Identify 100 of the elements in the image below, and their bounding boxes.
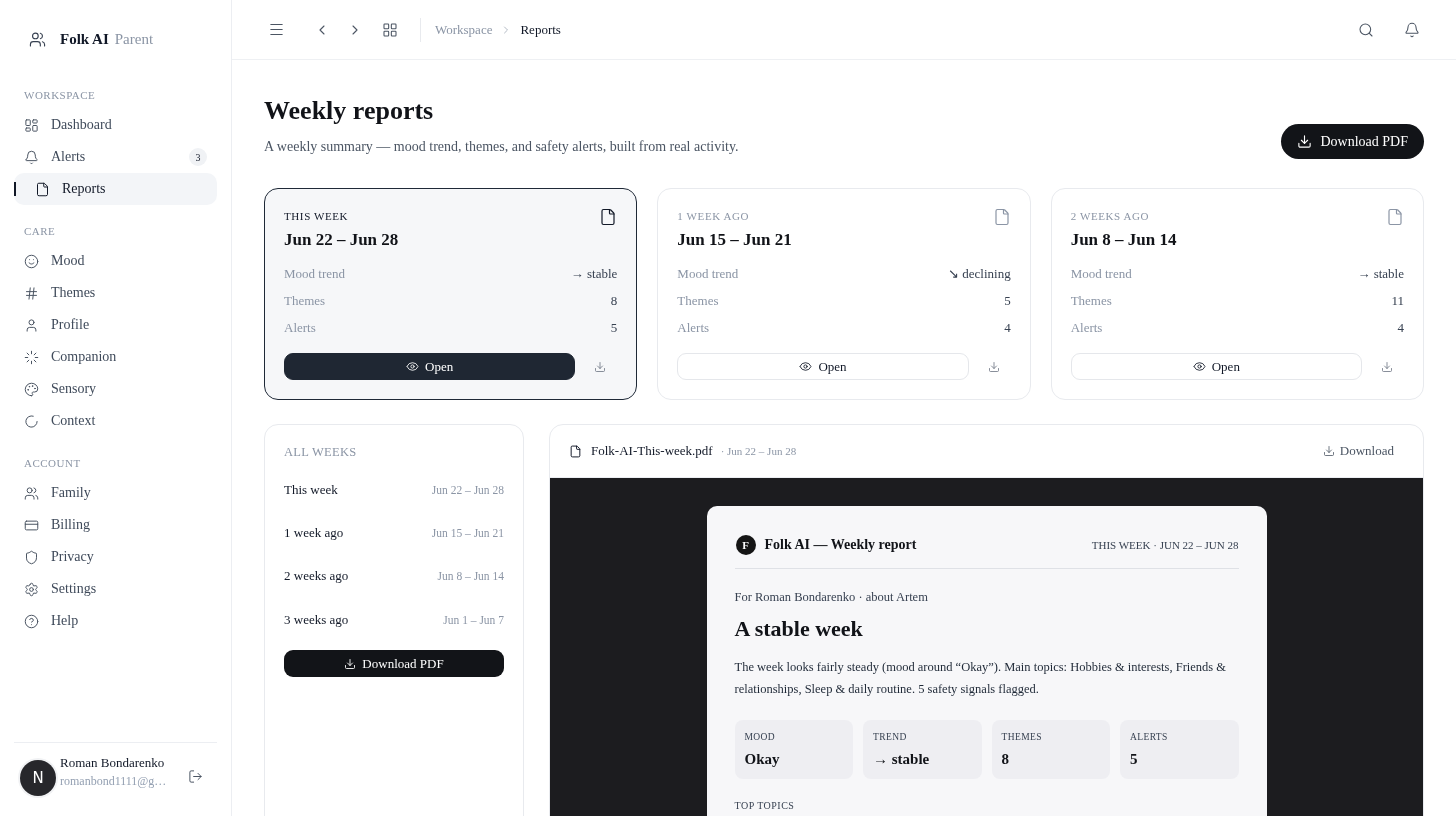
week-card[interactable]: 2 WEEKS AGO Jun 8 – Jun 14 Mood trend → stable Themes 11 Alerts 4 Open xyxy=(1050,188,1424,400)
download-pdf-button[interactable]: Download PDF xyxy=(1281,124,1424,159)
stat-value: 4 xyxy=(1004,319,1011,336)
download-icon xyxy=(344,657,357,670)
help-icon xyxy=(24,613,39,629)
tile-label: ALERTS xyxy=(1130,731,1169,743)
nav-item[interactable]: Companion xyxy=(14,341,217,373)
tile-value: 8 xyxy=(1001,750,1010,768)
week-card[interactable]: THIS WEEK Jun 22 – Jun 28 Mood trend → stable Themes 8 Alerts 5 Open xyxy=(264,188,638,400)
stat-value: 8 xyxy=(610,292,618,309)
panel-title: ALL WEEKS xyxy=(284,444,358,460)
download-icon xyxy=(594,360,607,373)
section-title: ACCOUNT xyxy=(23,456,82,471)
nav-item[interactable]: Help xyxy=(14,605,217,637)
nav-item[interactable]: Profile xyxy=(14,309,217,341)
stat-value: 5 xyxy=(1004,292,1011,309)
week-date-range: Jun 22 – Jun 28 xyxy=(431,483,504,496)
week-link[interactable]: 2 weeks ago xyxy=(284,568,349,585)
week-link[interactable]: 3 weeks ago xyxy=(284,611,349,628)
week-date-range: Jun 8 – Jun 14 xyxy=(437,570,504,583)
nav-item[interactable]: Reports xyxy=(14,173,217,205)
nav-item[interactable]: Privacy xyxy=(14,541,217,573)
grid-icon xyxy=(24,117,39,133)
stat-value: 5 xyxy=(610,319,618,336)
nav-item[interactable]: Family xyxy=(14,477,217,509)
nav-item[interactable]: Sensory xyxy=(14,373,217,405)
nav-item[interactable]: Billing xyxy=(14,509,217,541)
nav-item[interactable]: Alerts 3 xyxy=(14,141,217,173)
stat-label: Themes xyxy=(284,292,326,309)
stat-value: → stable xyxy=(1357,265,1404,282)
card-date-range: Jun 15 – Jun 21 xyxy=(677,229,792,251)
card-date-range: Jun 8 – Jun 14 xyxy=(1070,229,1177,251)
download-link[interactable]: Download xyxy=(1322,443,1394,459)
week-card[interactable]: 1 WEEK AGO Jun 15 – Jun 21 Mood trend ↘ declining Themes 5 Alerts 4 Open xyxy=(657,188,1031,400)
download-icon xyxy=(1297,134,1313,149)
stat-label: Themes xyxy=(1070,292,1112,309)
stat-label: Alerts xyxy=(284,319,316,336)
file-name: Folk-AI-This-week.pdf xyxy=(591,443,713,459)
open-button[interactable]: Open xyxy=(677,353,969,380)
nav-item[interactable]: Settings xyxy=(14,573,217,605)
card-label: 1 WEEK AGO xyxy=(677,209,751,224)
report-title: Folk AI — Weekly report xyxy=(764,537,917,553)
brand-role: Parent xyxy=(114,30,154,48)
nav-item[interactable]: Context xyxy=(14,405,217,437)
user-avatar[interactable]: N xyxy=(20,760,56,796)
nav-item[interactable]: Themes xyxy=(14,277,217,309)
section-heading: TOP TOPICS xyxy=(734,800,796,812)
file-icon xyxy=(35,181,50,197)
people-icon xyxy=(24,485,39,501)
card-icon xyxy=(24,517,39,533)
week-link[interactable]: 1 week ago xyxy=(284,524,344,541)
download-icon xyxy=(1322,445,1335,457)
stat-label: Mood trend xyxy=(677,265,739,282)
open-button[interactable]: Open xyxy=(1070,353,1362,380)
stat-value: ↘ declining xyxy=(948,265,1011,282)
stat-label: Themes xyxy=(677,292,719,309)
bell-icon xyxy=(1404,21,1420,38)
nav-item[interactable]: Dashboard xyxy=(14,109,217,141)
section-title: CARE xyxy=(23,224,57,239)
shield-icon xyxy=(24,549,39,565)
report-headline: A stable week xyxy=(734,615,864,643)
file-icon xyxy=(992,208,1011,226)
file-icon xyxy=(1386,208,1404,226)
stat-label: Mood trend xyxy=(1070,265,1132,282)
report-summary: The week looks fairly steady (mood around “Okay”). Main topics: Hobbies & interests, Friends & relationships, Sleep & daily routine. 5 safety signals flagged. xyxy=(734,659,1228,698)
arc-icon xyxy=(24,413,39,429)
page-title: Weekly reports xyxy=(264,95,435,127)
people-icon xyxy=(29,30,46,48)
tile-label: TREND xyxy=(873,731,908,743)
download-pdf-button[interactable]: Download PDF xyxy=(284,650,504,678)
tile-value: → stable xyxy=(873,750,931,768)
week-date-range: Jun 1 – Jun 7 xyxy=(443,613,504,626)
file-icon xyxy=(599,208,618,226)
file-icon xyxy=(569,444,582,458)
stat-label: Alerts xyxy=(677,319,710,336)
tile-value: 5 xyxy=(1130,750,1139,768)
stat-value: 11 xyxy=(1391,292,1404,309)
user-email: romanbond1111@g… xyxy=(60,773,167,790)
tile-value: Okay xyxy=(744,750,781,768)
person-icon xyxy=(24,317,39,333)
stat-value: → stable xyxy=(570,265,618,282)
week-link[interactable]: This week xyxy=(284,481,338,498)
card-date-range: Jun 22 – Jun 28 xyxy=(284,229,399,251)
open-button[interactable]: Open xyxy=(284,353,576,380)
brand-name: Folk AI xyxy=(60,30,109,48)
file-date-range: · Jun 22 – Jun 28 xyxy=(720,445,797,457)
bell-icon xyxy=(24,149,39,165)
rays-icon xyxy=(24,349,39,365)
stat-label: Mood trend xyxy=(284,265,346,282)
palette-icon xyxy=(24,381,39,397)
breadcrumb-link[interactable]: Reports xyxy=(520,21,561,38)
report-recipient: For Roman Bondarenko · about Artem xyxy=(734,589,929,606)
stat-value: 4 xyxy=(1397,319,1404,336)
logout-icon xyxy=(187,768,203,784)
nav-item[interactable]: Mood xyxy=(14,245,217,277)
user-name: Roman Bondarenko xyxy=(60,754,166,772)
section-title: WORKSPACE xyxy=(23,88,97,103)
eye-icon xyxy=(799,360,813,373)
hash-icon xyxy=(24,285,39,301)
tile-label: MOOD xyxy=(744,731,777,743)
